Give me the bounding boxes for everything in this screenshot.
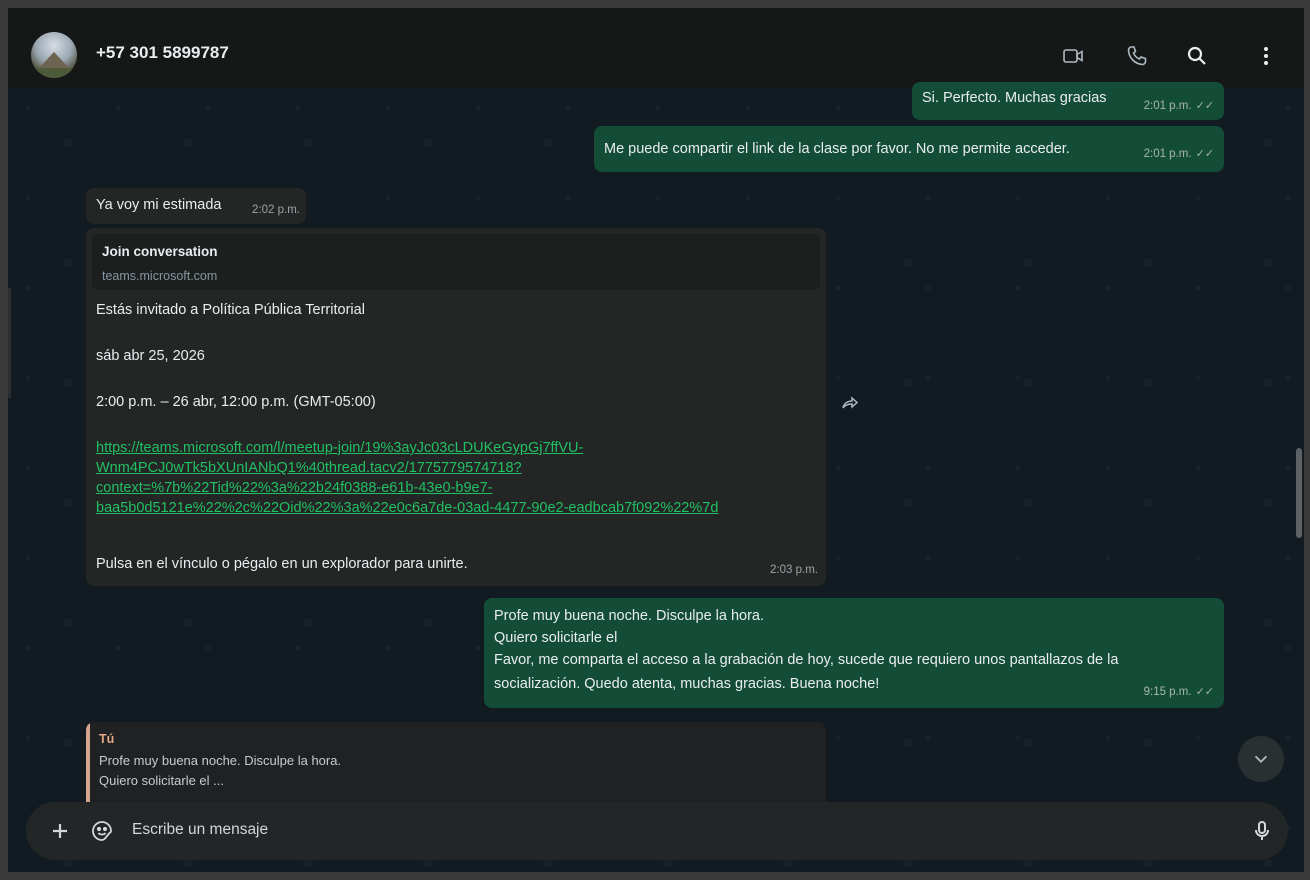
chat-header: +57 301 5899787 <box>8 8 1304 88</box>
reply-accent-bar <box>86 722 90 802</box>
double-check-icon: ✓✓ <box>1195 686 1214 698</box>
reply-text-line: Profe muy buena noche. Disculpe la hora. <box>99 753 342 768</box>
message-outgoing[interactable]: Si. Perfecto. Muchas gracias 2:01 p.m. ✓✓ <box>912 82 1224 120</box>
reply-text-line: Quiero solicitarle el ... <box>99 773 224 788</box>
contact-name[interactable]: +57 301 5899787 <box>96 43 229 63</box>
message-time: 2:01 p.m. ✓✓ <box>1144 96 1214 116</box>
message-text: Me puede compartir el link de la clase p… <box>604 141 1070 157</box>
message-text-line: Quiero solicitarle el <box>494 630 618 646</box>
contact-avatar[interactable] <box>31 32 77 78</box>
sticker-icon[interactable] <box>90 819 114 843</box>
voice-call-icon[interactable] <box>1125 44 1149 68</box>
message-time: 2:03 p.m. <box>770 564 818 576</box>
menu-icon[interactable] <box>1254 44 1278 68</box>
search-icon[interactable] <box>1185 44 1209 68</box>
invite-date-line: sáb abr 25, 2026 <box>96 348 205 364</box>
invite-link-part: context=%7b%22Tid%22%3a%22b24f0388-e61b-… <box>96 480 493 496</box>
message-text-line: Favor, me comparta el acceso a la grabac… <box>494 652 1119 668</box>
message-text-line: socialización. Quedo atenta, muchas grac… <box>494 676 880 692</box>
link-preview-title: Join conversation <box>102 244 218 259</box>
attach-plus-icon[interactable] <box>48 819 72 843</box>
scrollbar-thumb[interactable] <box>1296 448 1302 538</box>
microphone-icon[interactable] <box>1250 819 1274 843</box>
message-text: Ya voy mi estimada <box>96 197 222 213</box>
reply-preview[interactable]: Tú Profe muy buena noche. Disculpe la ho… <box>86 722 826 802</box>
invite-link-part: baa5b0d5121e%22%2c%22Oid%22%3a%22e0c6a7d… <box>96 500 719 516</box>
double-check-icon: ✓✓ <box>1195 100 1214 112</box>
forward-icon[interactable] <box>840 394 860 414</box>
invite-title-line: Estás invitado a Política Pública Territ… <box>96 302 365 318</box>
chat-window: +57 301 5899787 Si. Perfecto. Muchas gra… <box>8 8 1304 872</box>
message-time: 9:15 p.m. ✓✓ <box>1144 682 1214 702</box>
message-time: 2:02 p.m. <box>252 204 300 216</box>
message-outgoing[interactable]: Me puede compartir el link de la clase p… <box>594 126 1224 172</box>
reply-author: Tú <box>99 732 115 746</box>
message-input[interactable]: Escribe un mensaje <box>132 821 268 839</box>
invite-instructions-line: Pulsa en el vínculo o pégalo en un explo… <box>96 556 468 572</box>
message-outgoing[interactable]: Profe muy buena noche. Disculpe la hora.… <box>484 598 1224 708</box>
invite-time-line: 2:00 p.m. – 26 abr, 12:00 p.m. (GMT-05:0… <box>96 394 376 410</box>
link-preview[interactable]: Join conversation teams.microsoft.com <box>92 234 820 290</box>
invite-link[interactable]: https://teams.microsoft.com/l/meetup-joi… <box>96 438 718 518</box>
message-list[interactable]: Si. Perfecto. Muchas gracias 2:01 p.m. ✓✓… <box>8 82 1304 872</box>
video-call-icon[interactable] <box>1061 44 1085 68</box>
chevron-down-icon <box>1254 755 1268 764</box>
message-time: 2:01 p.m. ✓✓ <box>1144 144 1214 164</box>
panel-edge <box>8 288 11 398</box>
link-preview-domain: teams.microsoft.com <box>102 269 218 283</box>
message-text: Si. Perfecto. Muchas gracias <box>922 90 1107 106</box>
message-composer: Escribe un mensaje <box>26 802 1288 860</box>
scroll-to-bottom-button[interactable] <box>1238 736 1284 782</box>
message-incoming-invite[interactable]: Join conversation teams.microsoft.com Es… <box>86 228 826 586</box>
double-check-icon: ✓✓ <box>1195 148 1214 160</box>
invite-link-part: Wnm4PCJ0wTk5bXUnIANbQ1%40thread.tacv2/17… <box>96 460 522 476</box>
message-text-line: Profe muy buena noche. Disculpe la hora. <box>494 608 765 624</box>
invite-link-part: https://teams.microsoft.com/l/meetup-joi… <box>96 440 584 456</box>
message-incoming[interactable]: Ya voy mi estimada 2:02 p.m. <box>86 188 306 224</box>
